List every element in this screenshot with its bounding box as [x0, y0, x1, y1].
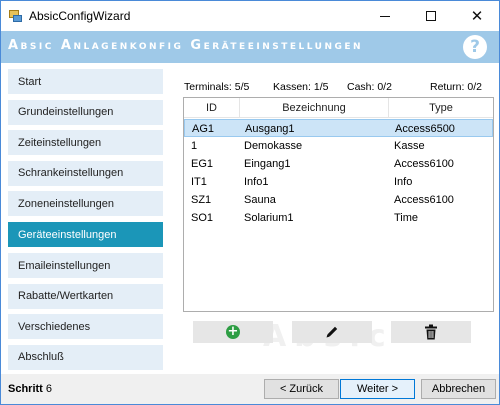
terminals-count: Terminals: 5/5	[184, 81, 250, 93]
add-device-button[interactable]: +	[193, 321, 273, 343]
cell-id: SZ1	[191, 194, 212, 206]
pencil-icon	[326, 326, 338, 338]
sidebar-item-rabatte-wertkarten[interactable]: Rabatte/Wertkarten	[8, 283, 163, 309]
sidebar-item-geraeteeinstellungen[interactable]: Geräteeinstellungen	[8, 222, 163, 247]
sidebar-item-zoneneinstellungen[interactable]: Zoneneinstellungen	[8, 191, 163, 216]
cell-bezeichnung: Eingang1	[244, 158, 291, 170]
window-title: AbsicConfigWizard	[29, 9, 131, 23]
cell-bezeichnung: Info1	[244, 176, 269, 188]
cash-count: Cash: 0/2	[347, 81, 392, 93]
column-header-id[interactable]: ID	[184, 98, 240, 118]
close-button[interactable]: ✕	[455, 1, 499, 31]
return-count: Return: 0/2	[430, 81, 482, 93]
table-header: ID Bezeichnung Type	[184, 98, 493, 118]
step-indicator: Schritt 6	[8, 383, 52, 395]
footer-bar: Schritt 6 < Zurück Weiter > Abbrechen	[1, 374, 499, 404]
edit-device-button[interactable]	[292, 321, 372, 343]
delete-device-button[interactable]	[391, 321, 471, 343]
cell-type: Access6100	[394, 158, 454, 170]
table-row[interactable]: SO1 Solarium1 Time	[184, 209, 493, 227]
cell-bezeichnung: Solarium1	[244, 212, 294, 224]
close-icon: ✕	[470, 8, 484, 25]
table-row[interactable]: EG1 Eingang1 Access6100	[184, 155, 493, 173]
cell-id: EG1	[191, 158, 214, 170]
table-row[interactable]: IT1 Info1 Info	[184, 173, 493, 191]
app-icon	[9, 9, 23, 23]
kassen-count: Kassen: 1/5	[273, 81, 329, 93]
cell-type: Kasse	[394, 140, 425, 152]
cancel-button[interactable]: Abbrechen	[421, 379, 496, 399]
sidebar-item-emaileinstellungen[interactable]: Emaileinstellungen	[8, 253, 163, 278]
cell-id: 1	[191, 140, 198, 152]
cell-type: Info	[394, 176, 413, 188]
sidebar-item-zeiteinstellungen[interactable]: Zeiteinstellungen	[8, 130, 163, 155]
step-value: 6	[45, 383, 53, 395]
cell-bezeichnung: Ausgang1	[245, 123, 295, 135]
maximize-button[interactable]	[409, 1, 453, 31]
column-header-bezeichnung[interactable]: Bezeichnung	[240, 98, 389, 118]
cell-type: Access6500	[395, 123, 455, 135]
trash-icon	[425, 324, 437, 340]
cell-id: AG1	[192, 123, 215, 135]
table-row[interactable]: SZ1 Sauna Access6100	[184, 191, 493, 209]
minimize-icon	[380, 15, 390, 17]
sidebar-item-grundeinstellungen[interactable]: Grundeinstellungen	[8, 99, 163, 125]
next-button[interactable]: Weiter >	[340, 379, 415, 399]
wizard-window: AbsicConfigWizard ✕ Absic Anlagenkonfig …	[0, 0, 500, 405]
cell-type: Time	[394, 212, 419, 224]
table-row[interactable]: 1 Demokasse Kasse	[184, 137, 493, 155]
devices-table: ID Bezeichnung Type AG1 Ausgang1 Access6…	[183, 97, 494, 312]
help-icon[interactable]: ?	[463, 35, 487, 59]
banner-title: Absic Anlagenkonfig Geräteeinstellungen	[8, 38, 364, 53]
cell-bezeichnung: Demokasse	[244, 140, 303, 152]
step-label: Schritt	[8, 383, 43, 395]
sidebar-item-start[interactable]: Start	[8, 69, 163, 94]
table-row[interactable]: AG1 Ausgang1 Access6500	[184, 119, 493, 137]
header-banner: Absic Anlagenkonfig Geräteeinstellungen …	[1, 31, 499, 63]
cell-id: SO1	[191, 212, 214, 224]
minimize-button[interactable]	[363, 1, 407, 31]
sidebar-item-abschluss[interactable]: Abschluß	[8, 344, 163, 370]
cell-type: Access6100	[394, 194, 454, 206]
maximize-icon	[426, 11, 436, 21]
sidebar-item-schrankeinstellungen[interactable]: Schrankeinstellungen	[8, 160, 163, 186]
column-header-type[interactable]: Type	[389, 98, 493, 118]
back-button[interactable]: < Zurück	[264, 379, 339, 399]
cell-bezeichnung: Sauna	[244, 194, 276, 206]
plus-circle-icon: +	[226, 324, 240, 339]
title-bar: AbsicConfigWizard ✕	[1, 1, 499, 31]
cell-id: IT1	[191, 176, 207, 188]
sidebar-item-verschiedenes[interactable]: Verschiedenes	[8, 314, 163, 339]
